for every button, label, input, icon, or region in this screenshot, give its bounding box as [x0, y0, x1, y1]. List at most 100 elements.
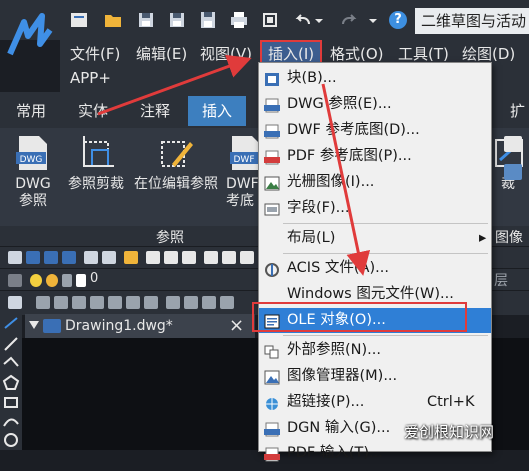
view-cube-icon[interactable] [126, 296, 140, 309]
menu-item-pdf-underlay[interactable]: PDF 参考底图(P)... [259, 144, 491, 169]
svg-text:DWG: DWG [20, 155, 43, 165]
current-layer-value[interactable]: 0 [90, 271, 98, 286]
layer-manager-icon[interactable] [8, 274, 22, 287]
tab-solid[interactable]: 实体 [78, 98, 108, 124]
menu-edit[interactable]: 编辑(E) [136, 42, 187, 66]
redo-icon[interactable] [340, 11, 358, 29]
undo-icon[interactable] [222, 251, 236, 264]
layer-label: 层 [494, 273, 508, 289]
ribbon-small-icon[interactable] [504, 136, 522, 152]
external-reference-icon [264, 343, 280, 359]
window-title: 二维草图与活动 [415, 8, 529, 34]
menu-item-external-reference[interactable]: 外部参照(N)... [259, 338, 491, 363]
dwg-file-icon [43, 319, 61, 333]
new-file-icon[interactable] [70, 11, 88, 29]
visual-style-icon[interactable] [184, 296, 198, 309]
submenu-arrow-icon: ▸ [479, 230, 487, 246]
ray-tool-icon[interactable] [4, 337, 18, 351]
save-icon[interactable] [26, 251, 40, 264]
menu-item-field[interactable]: 字段(F)... [259, 196, 491, 221]
pdf-import-icon [264, 446, 280, 462]
dwg-reference-label: DWG 参照 [15, 176, 51, 209]
print-icon[interactable] [84, 251, 98, 264]
match-properties-icon[interactable] [204, 251, 218, 264]
close-icon[interactable]: × [229, 314, 244, 338]
menu-item-block[interactable]: 块(B)... [259, 66, 491, 91]
menu-item-hyperlink[interactable]: 超链接(P)... Ctrl+K [259, 390, 491, 415]
group-label-image: 图像 [495, 230, 523, 246]
menu-item-image-manager[interactable]: 图像管理器(M)... [259, 364, 491, 389]
polyline-tool-icon[interactable] [3, 356, 19, 367]
hyperlink-icon [264, 395, 280, 410]
save-as-icon[interactable] [44, 251, 58, 264]
paste-icon[interactable] [182, 251, 196, 264]
lock-icon[interactable] [62, 274, 72, 287]
fit-icon[interactable] [261, 11, 279, 29]
undo-dropdown-icon[interactable] [314, 11, 324, 29]
visual-style-icon[interactable] [166, 296, 180, 309]
ole-annotation-box [252, 302, 467, 332]
tab-insert[interactable]: 插入 [188, 96, 247, 126]
menu-item-layout[interactable]: 布局(L) ▸ [259, 226, 491, 251]
view-cube-icon[interactable] [72, 296, 86, 309]
sun-icon[interactable] [46, 274, 58, 287]
edit-in-place-button[interactable]: 在位编辑参照 [130, 134, 222, 193]
acis-file-icon [264, 261, 280, 277]
color-swatch-icon[interactable] [76, 274, 86, 287]
undo-icon[interactable] [294, 11, 312, 29]
dwg-reference-button[interactable]: DWG DWG 参照 [8, 134, 58, 210]
arc-tool-icon[interactable] [3, 418, 19, 427]
raster-image-icon [264, 175, 280, 191]
tab-extend[interactable]: 扩 [510, 98, 525, 124]
redo-dropdown-icon[interactable] [368, 11, 378, 29]
save-all-icon[interactable] [62, 251, 76, 264]
rectangle-tool-icon[interactable] [4, 397, 18, 408]
preview-icon[interactable] [102, 251, 116, 264]
save-icon[interactable] [137, 11, 155, 29]
clip-reference-button[interactable]: 参照剪裁 [64, 134, 128, 193]
polygon-tool-icon[interactable] [2, 374, 20, 390]
cut-icon[interactable] [146, 251, 160, 264]
menu-item-dwf-underlay[interactable]: DWF 参考底图(D)... [259, 118, 491, 143]
document-tab[interactable]: Drawing1.dwg* × [25, 314, 255, 338]
help-icon[interactable]: ? [389, 11, 407, 29]
view-cube-icon[interactable] [108, 296, 122, 309]
tab-common[interactable]: 常用 [16, 98, 46, 124]
tab-menu-icon[interactable] [29, 321, 39, 329]
menu-view[interactable]: 视图(V) [200, 42, 252, 66]
menu-item-acis-file[interactable]: ACIS 文件(A)... [259, 256, 491, 281]
svg-text:DWF: DWF [233, 155, 254, 165]
view-cube-icon[interactable] [144, 296, 158, 309]
new-file-icon[interactable] [8, 251, 22, 264]
light-bulb-icon[interactable] [30, 274, 42, 287]
dwf-underlay-button[interactable]: DWF DWF 考底 [222, 134, 258, 210]
left-draw-toolbar [0, 314, 22, 450]
clip-reference-icon [78, 134, 114, 172]
hyperlink-shortcut: Ctrl+K [427, 394, 475, 410]
save-all-icon[interactable] [199, 11, 217, 29]
menu-app-plus[interactable]: APP+ [70, 66, 111, 90]
copy-icon[interactable] [164, 251, 178, 264]
visual-style-icon[interactable] [220, 296, 234, 309]
circle-tool-icon[interactable] [4, 433, 18, 447]
dwf-underlay-icon [264, 123, 280, 139]
save-as-icon[interactable] [168, 11, 186, 29]
print-icon[interactable] [230, 11, 248, 29]
tab-annotate[interactable]: 注释 [140, 98, 170, 124]
view-cube-icon[interactable] [36, 296, 50, 309]
menu-item-pdf-import[interactable]: PDF 输入(T)... [259, 441, 491, 466]
menu-item-dwg-reference[interactable]: DWG 参照(E)... [259, 92, 491, 117]
menu-file[interactable]: 文件(F) [70, 42, 120, 66]
line-tool-icon[interactable] [4, 317, 18, 329]
open-folder-icon[interactable] [104, 11, 122, 29]
view-cube-icon[interactable] [54, 296, 68, 309]
visual-style-icon[interactable] [202, 296, 216, 309]
dwg-reference-icon: DWG [15, 134, 51, 172]
view-cube-icon[interactable] [90, 296, 104, 309]
publish-icon[interactable] [124, 251, 138, 264]
ribbon-small-icon[interactable] [504, 164, 522, 180]
edit-in-place-icon [158, 134, 194, 172]
redo-icon[interactable] [240, 251, 254, 264]
view-icon[interactable] [8, 296, 22, 309]
menu-item-raster-image[interactable]: 光栅图像(I)... [259, 170, 491, 195]
